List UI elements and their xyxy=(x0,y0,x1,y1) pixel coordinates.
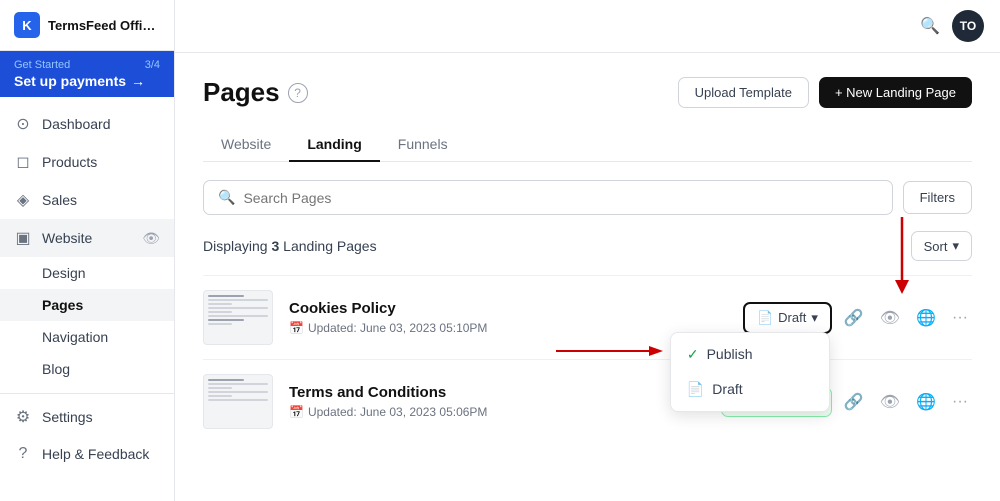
sidebar-item-help[interactable]: ? Help & Feedback xyxy=(0,436,174,472)
sidebar-divider xyxy=(0,393,174,394)
draft-status-button[interactable]: 📄 Draft ▾ ✓ Publish xyxy=(743,302,832,334)
more-options-btn[interactable]: ··· xyxy=(948,389,972,415)
publish-arrow xyxy=(551,341,666,361)
sidebar-item-website[interactable]: ▣ Website 👁 xyxy=(0,219,174,257)
more-options-btn[interactable]: ··· xyxy=(948,305,972,331)
search-icon[interactable]: 🔍 xyxy=(920,16,940,36)
displaying-text: Displaying 3 Landing Pages xyxy=(203,238,377,254)
card-info: Cookies Policy 📅 Updated: June 03, 2023 … xyxy=(289,300,743,335)
tab-landing[interactable]: Landing xyxy=(289,128,379,162)
main-area: 🔍 TO Pages ? Upload Template + New Landi… xyxy=(175,0,1000,501)
share-icon-btn[interactable]: 🌐 xyxy=(912,304,940,332)
sidebar-item-settings[interactable]: ⚙ Settings xyxy=(0,398,174,436)
sidebar-item-sales[interactable]: ◈ Sales xyxy=(0,181,174,219)
calendar-icon: 📅 xyxy=(289,321,304,335)
search-input[interactable] xyxy=(243,190,877,206)
dropdown-item-publish[interactable]: ✓ Publish xyxy=(671,337,829,372)
eye-icon-btn[interactable]: 👁 xyxy=(876,388,904,416)
tab-funnels[interactable]: Funnels xyxy=(380,128,466,162)
search-box: 🔍 xyxy=(203,180,893,215)
card-actions: 📄 Draft ▾ ✓ Publish xyxy=(743,302,972,334)
sidebar-item-label: Website xyxy=(42,230,92,246)
document-icon: 📄 xyxy=(757,310,773,326)
page-content: Pages ? Upload Template + New Landing Pa… xyxy=(175,53,1000,501)
filters-button[interactable]: Filters xyxy=(903,181,972,214)
chevron-down-icon: ▾ xyxy=(952,238,959,254)
page-tabs: Website Landing Funnels xyxy=(203,128,972,162)
dropdown-item-draft[interactable]: 📄 Draft xyxy=(671,372,829,407)
link-icon-btn[interactable]: 🔗 xyxy=(840,388,868,416)
sales-icon: ◈ xyxy=(14,190,32,210)
check-icon: ✓ xyxy=(687,346,699,363)
card-date: 📅 Updated: June 03, 2023 05:06PM xyxy=(289,405,721,419)
topbar: 🔍 TO xyxy=(175,0,1000,53)
sort-button[interactable]: Sort ▾ xyxy=(911,231,972,261)
website-icon: ▣ xyxy=(14,228,32,248)
setup-label: Get Started xyxy=(14,59,70,71)
card-title: Cookies Policy xyxy=(289,300,743,317)
sidebar: K TermsFeed Office... Get Started 3/4 Se… xyxy=(0,0,175,501)
eye-icon-btn[interactable]: 👁 xyxy=(876,304,904,332)
sidebar-setup-banner[interactable]: Get Started 3/4 Set up payments → xyxy=(0,51,174,97)
card-title: Terms and Conditions xyxy=(289,384,721,401)
search-row: 🔍 Filters xyxy=(203,180,972,215)
sidebar-item-label: Dashboard xyxy=(42,116,111,132)
card-thumbnail xyxy=(203,290,273,345)
avatar[interactable]: TO xyxy=(952,10,984,42)
new-landing-page-button[interactable]: + New Landing Page xyxy=(819,77,972,108)
link-icon-btn[interactable]: 🔗 xyxy=(840,304,868,332)
sidebar-item-label: Help & Feedback xyxy=(42,446,149,462)
sidebar-logo: K xyxy=(14,12,40,38)
help-icon: ? xyxy=(14,445,32,463)
setup-title: Set up payments → xyxy=(14,73,160,89)
page-header: Pages ? Upload Template + New Landing Pa… xyxy=(203,77,972,108)
status-dropdown: ✓ Publish 📄 Draft xyxy=(670,332,830,412)
sidebar-sub-item-blog[interactable]: Blog xyxy=(0,353,174,385)
eye-icon[interactable]: 👁 xyxy=(142,230,160,247)
page-card-cookies: Cookies Policy 📅 Updated: June 03, 2023 … xyxy=(203,275,972,359)
sidebar-item-dashboard[interactable]: ⊙ Dashboard xyxy=(0,105,174,143)
sidebar-item-label: Products xyxy=(42,154,97,170)
tab-website[interactable]: Website xyxy=(203,128,289,162)
page-card-terms: Terms and Conditions 📅 Updated: June 03,… xyxy=(203,359,972,443)
sidebar-item-label: Settings xyxy=(42,409,93,425)
card-info: Terms and Conditions 📅 Updated: June 03,… xyxy=(289,384,721,419)
draft-icon: 📄 xyxy=(687,381,704,398)
sidebar-app-name: TermsFeed Office... xyxy=(48,18,158,33)
card-thumbnail xyxy=(203,374,273,429)
sidebar-item-products[interactable]: ◻ Products xyxy=(0,143,174,181)
search-icon: 🔍 xyxy=(218,189,235,206)
upload-template-button[interactable]: Upload Template xyxy=(678,77,809,108)
settings-icon: ⚙ xyxy=(14,407,32,427)
displaying-row: Displaying 3 Landing Pages Sort ▾ xyxy=(203,231,972,261)
calendar-icon: 📅 xyxy=(289,405,304,419)
dashboard-icon: ⊙ xyxy=(14,114,32,134)
page-title: Pages xyxy=(203,77,280,108)
sidebar-sub-item-pages[interactable]: Pages xyxy=(0,289,174,321)
setup-progress: 3/4 xyxy=(145,59,160,71)
sidebar-nav: ⊙ Dashboard ◻ Products ◈ Sales ▣ Website… xyxy=(0,97,174,501)
page-actions: Upload Template + New Landing Page xyxy=(678,77,972,108)
sidebar-item-label: Sales xyxy=(42,192,77,208)
sidebar-sub-item-design[interactable]: Design xyxy=(0,257,174,289)
page-title-group: Pages ? xyxy=(203,77,308,108)
products-icon: ◻ xyxy=(14,152,32,172)
sidebar-sub-item-navigation[interactable]: Navigation xyxy=(0,321,174,353)
sidebar-header: K TermsFeed Office... xyxy=(0,0,174,51)
chevron-down-icon: ▾ xyxy=(811,310,818,326)
sidebar-sub-items: Design Pages Navigation Blog xyxy=(0,257,174,389)
share-icon-btn[interactable]: 🌐 xyxy=(912,388,940,416)
help-icon-btn[interactable]: ? xyxy=(288,83,308,103)
